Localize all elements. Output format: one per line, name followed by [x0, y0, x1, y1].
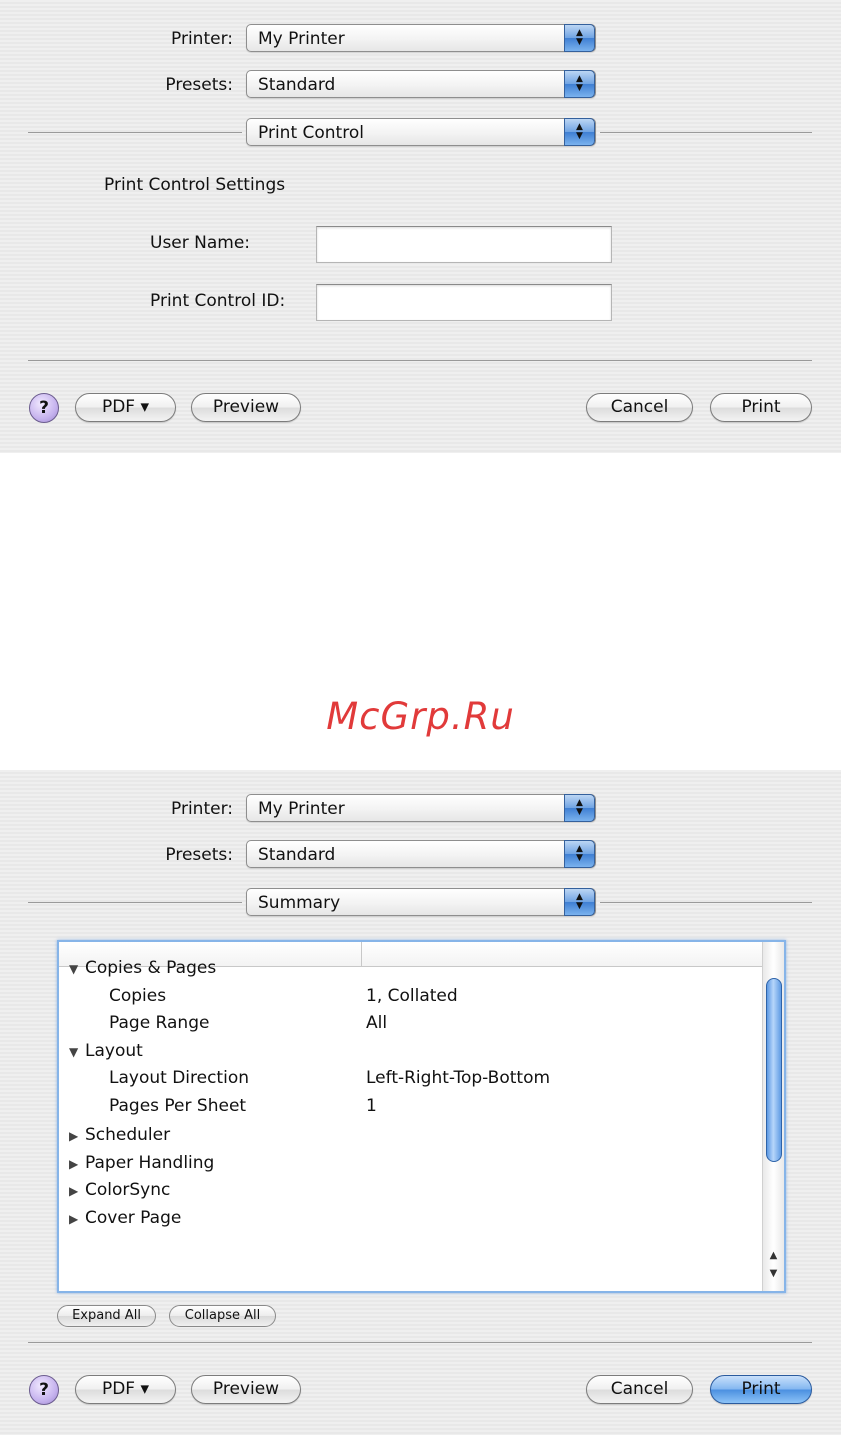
help-button[interactable]: ?	[29, 393, 59, 423]
pdf-button[interactable]: PDF ▾	[75, 1375, 176, 1404]
outline-item-row: Layout Direction	[109, 1068, 249, 1088]
divider	[28, 360, 812, 361]
pane-popup-value: Print Control	[258, 123, 364, 143]
scroll-up-icon[interactable]: ▲	[763, 1248, 784, 1264]
disclosure-open-icon[interactable]: ▼	[69, 962, 85, 976]
outline-label: Layout	[85, 1041, 143, 1061]
divider	[28, 1342, 812, 1343]
pane-popup[interactable]: Print Control ▲ ▼	[246, 118, 596, 146]
summary-outline[interactable]: ▼ Copies & Pages Copies 1, Collated Page Ran…	[57, 940, 786, 1293]
outline-item-row: Copies	[109, 986, 166, 1006]
disclosure-open-icon[interactable]: ▼	[69, 1045, 85, 1059]
popup-arrows-icon: ▲ ▼	[564, 840, 595, 868]
presets-popup-value: Standard	[258, 845, 336, 865]
outline-value: 1	[366, 1096, 377, 1116]
outline-label: ColorSync	[85, 1180, 171, 1200]
section-title: Print Control Settings	[104, 175, 286, 195]
pdf-button[interactable]: PDF ▾	[75, 393, 176, 422]
collapse-all-button[interactable]: Collapse All	[169, 1305, 276, 1327]
scrollbar-thumb[interactable]	[766, 978, 782, 1162]
divider	[28, 902, 242, 903]
user-name-label: User Name:	[150, 233, 251, 253]
disclosure-closed-icon[interactable]: ▶	[69, 1129, 85, 1143]
outline-group-row[interactable]: ▶ Paper Handling	[69, 1153, 214, 1173]
print-control-id-label: Print Control ID:	[150, 291, 286, 311]
outline-group-row[interactable]: ▼ Copies & Pages	[69, 958, 216, 978]
cancel-button[interactable]: Cancel	[586, 393, 693, 422]
outline-label: Paper Handling	[85, 1153, 215, 1173]
outline-label: Copies	[109, 986, 167, 1006]
outline-label: Scheduler	[85, 1125, 171, 1145]
outline-group-row[interactable]: ▶ ColorSync	[69, 1180, 170, 1200]
printer-label: Printer:	[171, 29, 233, 49]
outline-label: Cover Page	[85, 1208, 182, 1228]
vertical-scrollbar[interactable]: ▲ ▼	[762, 942, 784, 1291]
presets-label: Presets:	[165, 845, 233, 865]
popup-arrows-icon: ▲ ▼	[564, 794, 595, 822]
scroll-down-icon[interactable]: ▼	[763, 1266, 784, 1282]
print-control-id-field[interactable]	[316, 284, 612, 321]
preview-button[interactable]: Preview	[191, 393, 301, 422]
print-button[interactable]: Print	[710, 1375, 812, 1404]
outline-group-row[interactable]: ▶ Scheduler	[69, 1125, 170, 1145]
divider	[600, 132, 812, 133]
print-button[interactable]: Print	[710, 393, 812, 422]
pane-popup-value: Summary	[258, 893, 341, 913]
cancel-button[interactable]: Cancel	[586, 1375, 693, 1404]
disclosure-closed-icon[interactable]: ▶	[69, 1157, 85, 1171]
outline-label: Pages Per Sheet	[109, 1096, 247, 1116]
presets-popup[interactable]: Standard ▲ ▼	[246, 70, 596, 98]
outline-value: All	[366, 1013, 388, 1033]
printer-popup[interactable]: My Printer ▲ ▼	[246, 794, 596, 822]
outline-group-row[interactable]: ▼ Layout	[69, 1041, 143, 1061]
column-separator	[361, 942, 362, 967]
popup-arrows-icon: ▲ ▼	[564, 70, 595, 98]
outline-value: Left-Right-Top-Bottom	[366, 1068, 551, 1088]
disclosure-closed-icon[interactable]: ▶	[69, 1184, 85, 1198]
popup-arrows-icon: ▲ ▼	[564, 118, 595, 146]
disclosure-closed-icon[interactable]: ▶	[69, 1212, 85, 1226]
presets-label: Presets:	[165, 75, 233, 95]
presets-popup[interactable]: Standard ▲ ▼	[246, 840, 596, 868]
printer-popup-value: My Printer	[258, 29, 345, 49]
preview-button[interactable]: Preview	[191, 1375, 301, 1404]
pane-popup[interactable]: Summary ▲ ▼	[246, 888, 596, 916]
printer-popup-value: My Printer	[258, 799, 345, 819]
printer-popup[interactable]: My Printer ▲ ▼	[246, 24, 596, 52]
help-button[interactable]: ?	[29, 1375, 59, 1405]
print-dialog-print-control: Printer: My Printer ▲ ▼ Presets: Standard…	[0, 0, 841, 453]
outline-item-row: Pages Per Sheet	[109, 1096, 246, 1116]
popup-arrows-icon: ▲ ▼	[564, 888, 595, 916]
outline-item-row: Page Range	[109, 1013, 209, 1033]
printer-label: Printer:	[171, 799, 233, 819]
divider	[600, 902, 812, 903]
popup-arrows-icon: ▲ ▼	[564, 24, 595, 52]
expand-all-button[interactable]: Expand All	[57, 1305, 156, 1327]
outline-group-row[interactable]: ▶ Cover Page	[69, 1208, 181, 1228]
outline-label: Page Range	[109, 1013, 210, 1033]
outline-label: Copies & Pages	[85, 958, 217, 978]
outline-value: 1, Collated	[366, 986, 458, 1006]
divider	[28, 132, 242, 133]
user-name-field[interactable]	[316, 226, 612, 263]
watermark-text: McGrp.Ru	[326, 695, 515, 738]
presets-popup-value: Standard	[258, 75, 336, 95]
outline-label: Layout Direction	[109, 1068, 249, 1088]
